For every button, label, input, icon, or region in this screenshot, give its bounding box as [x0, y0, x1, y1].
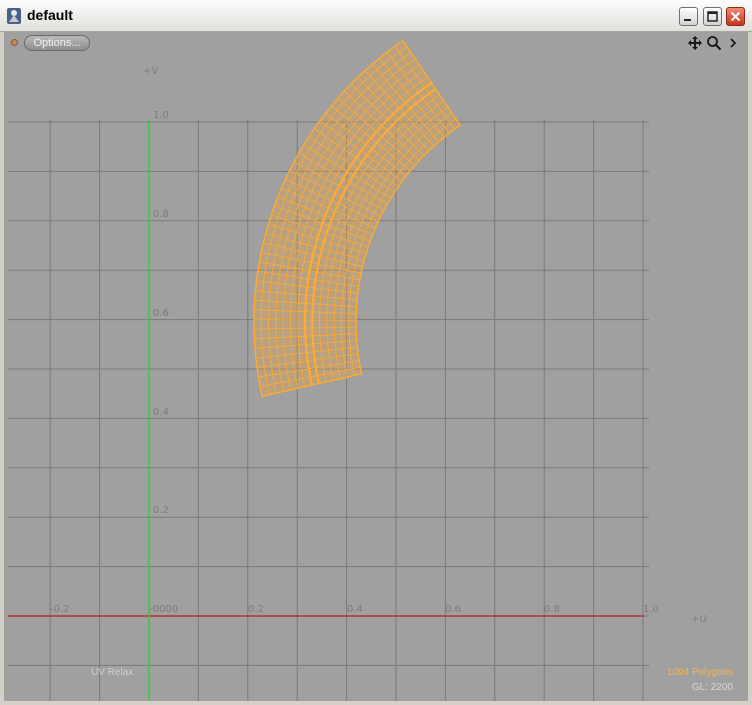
v-axis-label: +V: [143, 66, 158, 77]
u-tick-label: 0.6: [445, 604, 461, 615]
polygon-count: 1094 Polygons: [666, 667, 733, 678]
move-icon[interactable]: [687, 35, 703, 51]
mode-label: UV Relax: [91, 667, 134, 678]
options-button[interactable]: Options...: [24, 35, 90, 51]
uv-canvas[interactable]: +V +U 1.0 0.8 0.6 0.4 0.2 -0.2 -0000 0.2…: [4, 32, 748, 701]
uv-mesh[interactable]: [253, 39, 462, 398]
window-titlebar[interactable]: default: [0, 0, 752, 32]
window-title: default: [27, 7, 73, 23]
u-tick-label: 1.0: [643, 604, 659, 615]
u-tick-label: -0000: [149, 604, 178, 615]
u-tick-label: 0.8: [544, 604, 560, 615]
v-tick-label: 0.4: [153, 407, 169, 418]
v-tick-label: 0.6: [153, 308, 169, 319]
u-tick-label: 0.4: [347, 604, 363, 615]
close-button[interactable]: [726, 7, 745, 26]
gl-info: GL: 2200: [691, 682, 733, 693]
minimize-button[interactable]: [679, 7, 698, 26]
more-icon[interactable]: [728, 35, 738, 51]
uv-editor-viewport[interactable]: +V +U 1.0 0.8 0.6 0.4 0.2 -0.2 -0000 0.2…: [4, 32, 748, 701]
app-icon[interactable]: [5, 7, 23, 25]
u-tick-label: 0.2: [248, 604, 264, 615]
options-indicator-icon: [11, 39, 18, 46]
v-tick-label: 0.2: [153, 505, 169, 516]
u-tick-label: -0.2: [50, 604, 70, 615]
zoom-icon[interactable]: [706, 35, 722, 51]
maximize-button[interactable]: [703, 7, 722, 26]
v-tick-label: 1.0: [153, 110, 169, 121]
v-tick-label: 0.8: [153, 209, 169, 220]
u-axis-label: +U: [691, 614, 707, 625]
